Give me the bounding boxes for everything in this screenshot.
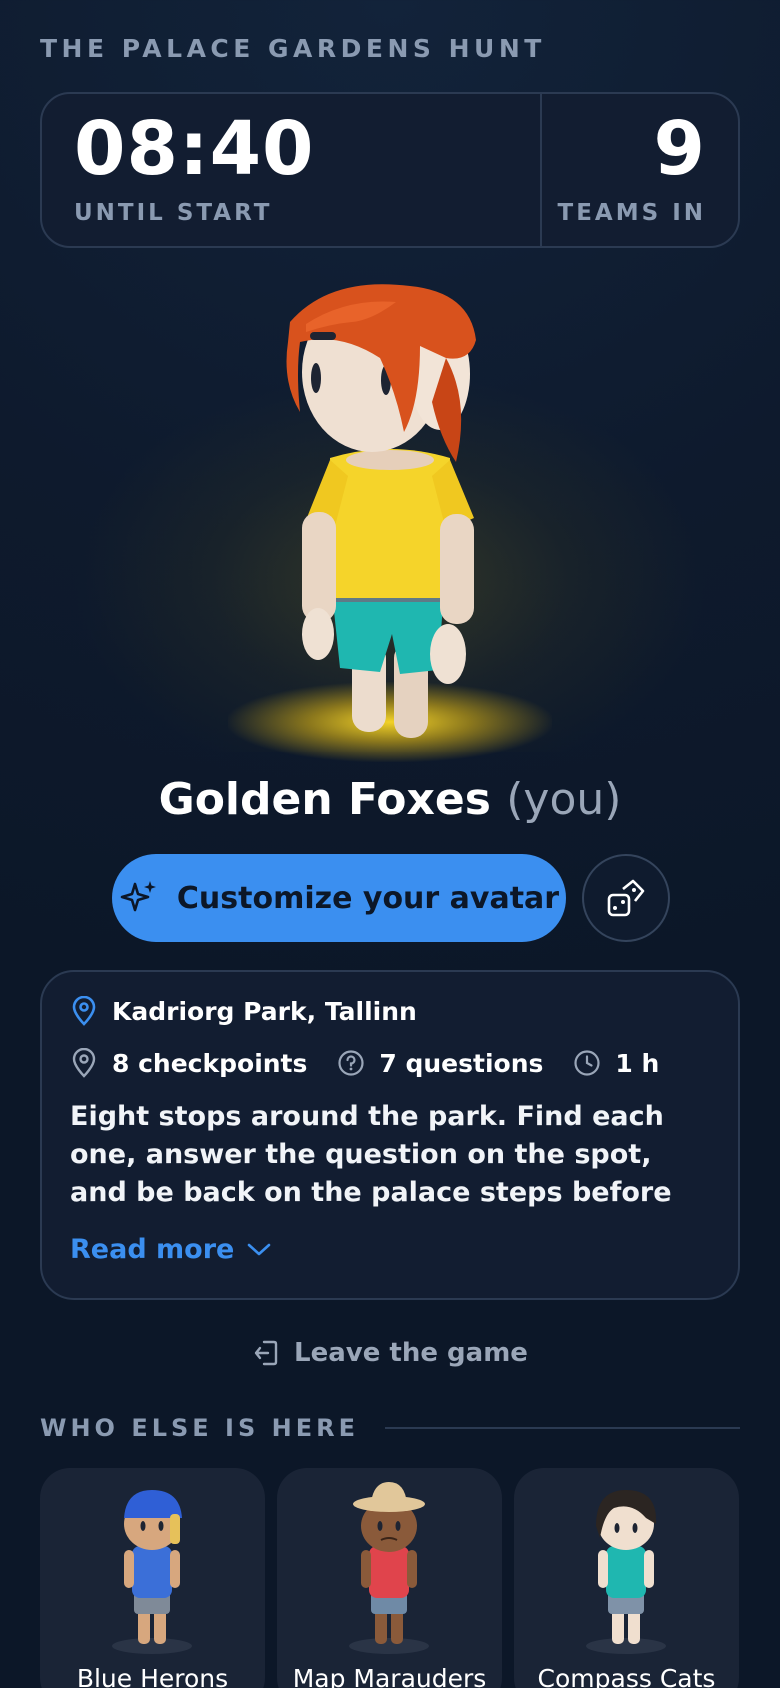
team-card-map-marauders[interactable]: Map Marauders <box>277 1468 502 1688</box>
team-card-name: Map Marauders <box>292 1664 487 1688</box>
team-card-name: Blue Herons <box>76 1664 229 1688</box>
team-avatar <box>349 1482 429 1654</box>
countdown-panel: 08:40 UNTIL START <box>42 94 540 246</box>
sparkles-icon <box>120 881 156 912</box>
team-avatar <box>112 1490 192 1654</box>
team-name: Golden Foxes <box>158 774 491 825</box>
questions-count: 7 questions <box>379 1048 544 1078</box>
clock-icon <box>573 1049 601 1077</box>
player-avatar[interactable] <box>0 262 780 762</box>
read-more-label: Read more <box>70 1234 235 1265</box>
dice-icon <box>607 879 645 917</box>
questions-meta: 7 questions <box>337 1049 543 1078</box>
exit-door-icon <box>254 1340 278 1366</box>
leave-game-button[interactable]: Leave the game <box>0 1338 780 1368</box>
duration-text: 1 h <box>615 1048 660 1078</box>
hunt-details-card: Kadriorg Park, Tallinn 8 checkpoints 7 q… <box>40 970 740 1300</box>
checkpoints-meta: 8 checkpoints <box>70 1048 307 1078</box>
other-teams-heading: WHO ELSE IS HERE <box>40 1414 740 1442</box>
countdown-label: UNTIL START <box>74 200 273 226</box>
heading-divider <box>384 1427 740 1429</box>
countdown-card: 08:40 UNTIL START 9 TEAMS IN <box>40 92 740 248</box>
read-more-link[interactable]: Read more <box>70 1234 710 1265</box>
avatar-stage <box>0 262 780 762</box>
other-teams-title: WHO ELSE IS HERE <box>40 1414 359 1442</box>
team-avatar <box>586 1490 666 1654</box>
countdown-value: 08:40 <box>74 106 315 192</box>
teams-in-count: 9 <box>653 106 706 192</box>
team-card-name: Compass Cats <box>537 1664 716 1688</box>
team-card-compass-cats[interactable]: Compass Cats <box>514 1468 739 1688</box>
randomize-avatar-button[interactable] <box>582 854 670 942</box>
other-teams-list: Blue Herons Map Marauders Compass Cats <box>40 1468 740 1688</box>
teams-in-panel: 9 TEAMS IN <box>540 94 738 246</box>
teams-in-label: TEAMS IN <box>557 200 706 226</box>
checkpoints-count: 8 checkpoints <box>112 1048 308 1078</box>
hunt-description: Eight stops around the park. Find each o… <box>70 1101 672 1208</box>
chevron-down-icon <box>248 1243 271 1255</box>
location-text: Kadriorg Park, Tallinn <box>112 996 417 1026</box>
customize-avatar-button[interactable]: Customize your avatar <box>112 854 566 942</box>
location-pin-icon <box>70 996 98 1026</box>
team-name-heading: Golden Foxes (you) <box>0 774 780 825</box>
hunt-title: THE PALACE GARDENS HUNT <box>40 34 546 63</box>
customize-avatar-label: Customize your avatar <box>176 880 560 916</box>
checkpoint-pin-icon <box>70 1048 98 1078</box>
you-tag: (you) <box>506 774 622 825</box>
leave-game-label: Leave the game <box>294 1338 528 1368</box>
team-card-blue-herons[interactable]: Blue Herons <box>40 1468 265 1688</box>
question-circle-icon <box>337 1049 365 1077</box>
duration-meta: 1 h <box>573 1049 659 1078</box>
location-row: Kadriorg Park, Tallinn <box>70 996 710 1026</box>
hunt-meta-row: 8 checkpoints 7 questions 1 h <box>70 1048 710 1078</box>
